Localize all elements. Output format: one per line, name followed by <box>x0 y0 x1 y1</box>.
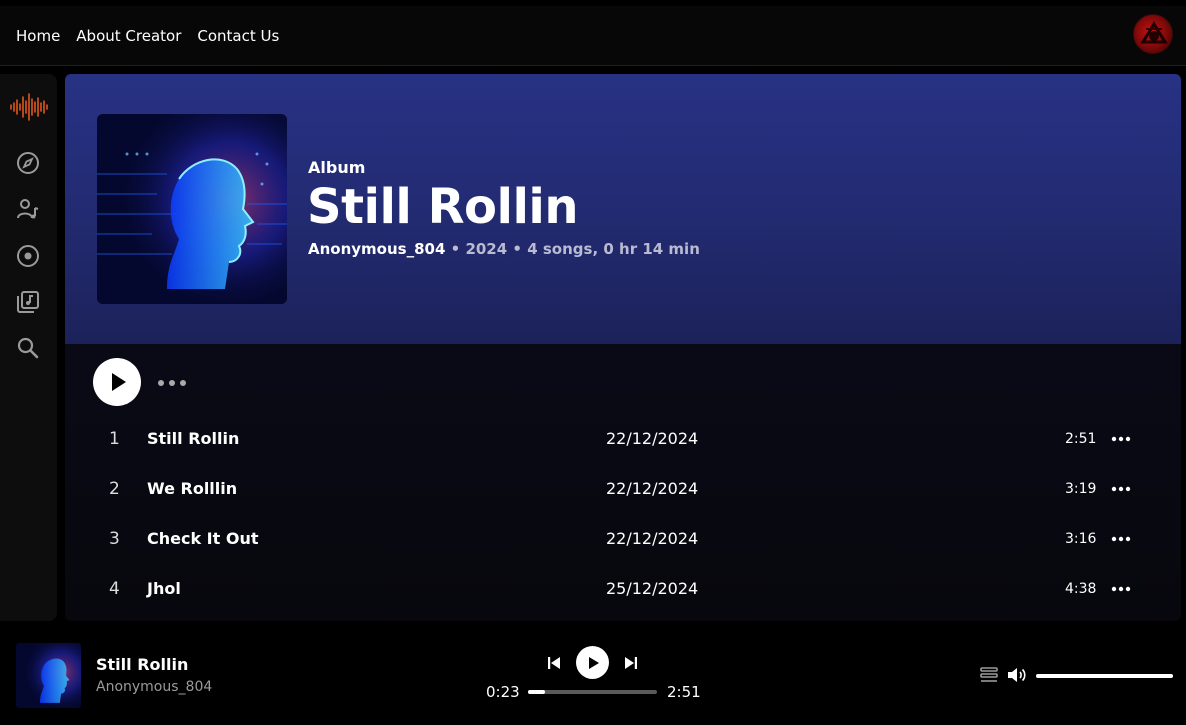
sidebar <box>0 74 57 621</box>
track-more-icon[interactable] <box>1111 536 1131 542</box>
album-artist-link[interactable]: Anonymous_804 <box>308 240 445 258</box>
track-more-icon[interactable] <box>1111 586 1131 592</box>
current-time: 0:23 <box>486 683 520 701</box>
track-duration: 3:16 <box>1065 531 1097 547</box>
album-panel: Album Still Rollin Anonymous_804 • 2024 … <box>65 74 1181 621</box>
album-header: Album Still Rollin Anonymous_804 • 2024 … <box>65 74 1181 344</box>
play-album-button[interactable] <box>93 358 141 406</box>
track-date: 22/12/2024 <box>606 479 699 498</box>
track-date: 22/12/2024 <box>606 429 699 448</box>
nav-home-link[interactable]: Home <box>16 27 60 45</box>
track-duration: 3:19 <box>1065 481 1097 497</box>
album-title: Still Rollin <box>307 179 579 235</box>
progress-bar[interactable] <box>528 690 657 694</box>
track-row[interactable]: 3 Check It Out 22/12/2024 3:16 <box>65 519 1181 559</box>
album-type-label: Album <box>308 158 366 177</box>
track-title: Still Rollin <box>147 429 240 448</box>
total-time: 2:51 <box>667 683 701 701</box>
now-playing-title: Still Rollin <box>96 655 189 674</box>
player-bar: Still Rollin Anonymous_804 0:23 2:51 <box>0 629 1186 725</box>
track-title: Check It Out <box>147 529 259 548</box>
track-row[interactable]: 1 Still Rollin 22/12/2024 2:51 <box>65 419 1181 459</box>
track-number: 4 <box>109 579 120 599</box>
now-playing-cover <box>16 643 81 708</box>
library-icon[interactable] <box>15 289 41 315</box>
track-date: 25/12/2024 <box>606 579 699 598</box>
track-row[interactable]: 4 Jhol 25/12/2024 4:38 <box>65 569 1181 609</box>
album-cover <box>97 114 287 304</box>
track-number: 3 <box>109 529 120 549</box>
progress-fill <box>528 690 545 694</box>
track-more-icon[interactable] <box>1111 436 1131 442</box>
track-duration: 2:51 <box>1065 431 1097 447</box>
nav-contact-us-link[interactable]: Contact Us <box>197 27 279 45</box>
top-nav: Home About Creator Contact Us <box>0 6 1186 66</box>
previous-track-icon[interactable] <box>547 655 561 669</box>
track-date: 22/12/2024 <box>606 529 699 548</box>
user-avatar-icon[interactable] <box>1133 14 1173 54</box>
album-details: • 2024 • 4 songs, 0 hr 14 min <box>445 240 700 258</box>
queue-icon[interactable] <box>980 666 998 684</box>
track-row[interactable]: 2 We Rolllin 22/12/2024 3:19 <box>65 469 1181 509</box>
volume-icon[interactable] <box>1007 666 1027 684</box>
track-more-icon[interactable] <box>1111 486 1131 492</box>
nav-about-creator-link[interactable]: About Creator <box>76 27 181 45</box>
volume-slider[interactable] <box>1036 674 1173 678</box>
compass-icon[interactable] <box>15 150 41 176</box>
disc-icon[interactable] <box>15 243 41 269</box>
volume-fill <box>1036 674 1173 678</box>
track-title: We Rolllin <box>147 479 238 498</box>
track-number: 1 <box>109 429 120 449</box>
track-duration: 4:38 <box>1065 581 1097 597</box>
search-icon[interactable] <box>15 335 41 361</box>
track-number: 2 <box>109 479 120 499</box>
now-playing-artist[interactable]: Anonymous_804 <box>96 679 212 695</box>
album-meta: Anonymous_804 • 2024 • 4 songs, 0 hr 14 … <box>308 240 700 258</box>
logo-waveform-icon[interactable] <box>9 92 49 122</box>
album-more-options-icon[interactable] <box>157 374 191 386</box>
next-track-icon[interactable] <box>624 655 638 669</box>
artist-icon[interactable] <box>15 196 41 222</box>
play-pause-button[interactable] <box>576 646 609 679</box>
track-title: Jhol <box>147 579 181 598</box>
